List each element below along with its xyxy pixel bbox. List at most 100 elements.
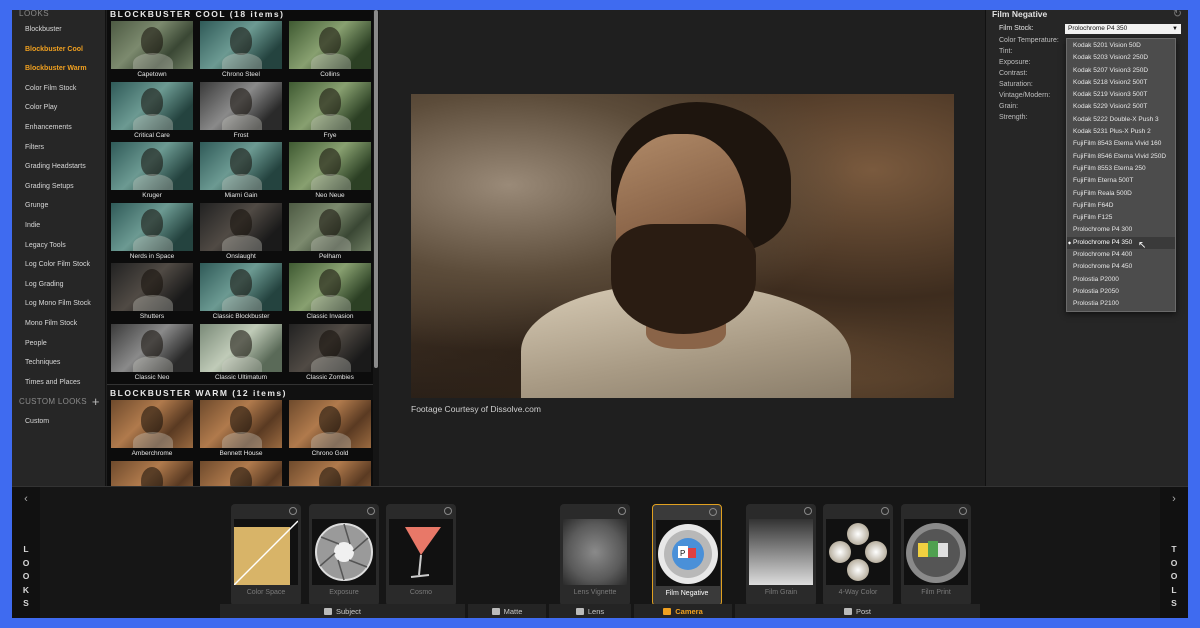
sidebar-item-enhancements[interactable]: Enhancements [12,118,105,138]
sidebar-item-times-and-places[interactable]: Times and Places [12,373,105,393]
film-stock-option[interactable]: FujiFilm Eterna 500T [1067,175,1175,187]
look-thumbnail[interactable]: Kruger [110,142,194,202]
look-preview-image [289,400,371,448]
sidebar-item-indie[interactable]: Indie [12,216,105,236]
chevron-right-icon[interactable]: › [1160,493,1188,505]
tab-post[interactable]: Post [735,604,980,618]
film-stock-option[interactable]: Kodak 5219 Vision3 500T [1067,89,1175,101]
tool-toggle[interactable] [367,507,375,515]
look-thumbnail[interactable]: Nerds in Space [110,202,194,263]
look-thumbnail[interactable]: Bennett House [199,400,283,460]
sidebar-item-log-mono-film-stock[interactable]: Log Mono Film Stock [12,294,105,314]
look-thumbnail[interactable]: Critical Care [110,81,194,142]
look-thumbnail[interactable]: Onslaught [199,202,283,263]
sidebar-item-blockbuster[interactable]: Blockbuster [12,20,105,40]
sidebar-item-log-color-film-stock[interactable]: Log Color Film Stock [12,255,105,275]
look-thumbnail[interactable]: Capetown [110,21,194,81]
tools-drawer-tab[interactable]: › TOOLS [1160,487,1188,618]
film-stock-option[interactable]: FujiFilm F125 [1067,212,1175,224]
look-thumbnail[interactable] [110,460,194,486]
sidebar-item-custom[interactable]: Custom [12,412,105,432]
preview-image [411,94,954,398]
sidebar-item-blockbuster-warm[interactable]: Blockbuster Warm [12,59,105,79]
film-stock-option[interactable]: FujiFilm 8543 Eterna Vivid 160 [1067,138,1175,150]
look-thumbnail[interactable]: Chrono Gold [288,400,372,460]
tool-film-grain[interactable]: Film Grain [746,504,816,606]
sidebar-item-blockbuster-cool[interactable]: Blockbuster Cool [12,40,105,60]
look-label: Capetown [137,71,167,78]
tool-film-negative[interactable]: P Film Negative [652,504,722,606]
look-thumbnail[interactable] [199,460,283,486]
tool-toggle[interactable] [959,507,967,515]
sidebar-item-color-film-stock[interactable]: Color Film Stock [12,79,105,99]
look-thumbnail[interactable]: Shutters [110,263,194,323]
sidebar-item-log-grading[interactable]: Log Grading [12,275,105,295]
film-stock-option[interactable]: Kodak 5231 Plus-X Push 2 [1067,126,1175,138]
film-stock-option[interactable]: FujiFilm Reala 500D [1067,188,1175,200]
look-thumbnail[interactable]: Miami Gain [199,142,283,202]
chevron-left-icon[interactable]: ‹ [12,493,40,505]
film-stock-option[interactable]: Prolochrome P4 400 [1067,249,1175,261]
look-thumbnail[interactable]: Classic Neo [110,323,194,384]
film-stock-option[interactable]: Prolostia P2100 [1067,298,1175,310]
film-stock-option[interactable]: FujiFilm 8553 Eterna 250 [1067,163,1175,175]
sidebar-item-legacy-tools[interactable]: Legacy Tools [12,236,105,256]
look-thumbnail[interactable]: Pelham [288,202,372,263]
tool-toggle[interactable] [444,507,452,515]
scrollbar-thumb[interactable] [374,10,378,368]
tool-lens-vignette[interactable]: Lens Vignette [560,504,630,606]
look-thumbnail[interactable]: Frye [288,81,372,142]
film-stock-option[interactable]: FujiFilm F64D [1067,200,1175,212]
film-stock-option[interactable]: FujiFilm 8546 Eterna Vivid 250D [1067,151,1175,163]
tool-four-way-color[interactable]: 4-Way Color [823,504,893,606]
look-thumbnail[interactable]: Classic Invasion [288,263,372,323]
tool-toggle[interactable] [709,508,717,516]
tab-subject[interactable]: Subject [220,604,465,618]
sidebar-item-grading-setups[interactable]: Grading Setups [12,177,105,197]
tool-toggle[interactable] [804,507,812,515]
look-thumbnail[interactable]: Amberchrome [110,400,194,460]
film-stock-option[interactable]: Kodak 5222 Double-X Push 3 [1067,114,1175,126]
film-stock-option[interactable]: Prolostia P2000 [1067,274,1175,286]
film-stock-option[interactable]: Prolochrome P4 350 [1067,236,1175,249]
sidebar-item-techniques[interactable]: Techniques [12,353,105,373]
film-stock-option[interactable]: Kodak 5203 Vision2 250D [1067,52,1175,64]
film-stock-select[interactable]: Prolochrome P4 350 ▼ [1065,23,1181,34]
film-stock-option[interactable]: Prolostia P2050 [1067,286,1175,298]
look-thumbnail[interactable]: Classic Ultimatum [199,323,283,384]
add-custom-look-icon[interactable]: + [92,392,100,412]
sidebar-item-grunge[interactable]: Grunge [12,196,105,216]
look-thumbnail[interactable]: Chrono Steel [199,21,283,81]
film-stock-option[interactable]: Kodak 5229 Vision2 500T [1067,101,1175,113]
sidebar-item-people[interactable]: People [12,334,105,354]
tab-camera[interactable]: Camera [634,604,732,618]
looks-drawer-tab[interactable]: ‹ LOOKS [12,487,40,618]
tool-toggle[interactable] [881,507,889,515]
tab-matte[interactable]: Matte [468,604,546,618]
tab-lens[interactable]: Lens [549,604,631,618]
reset-icon[interactable]: ↻ [1173,10,1182,20]
look-label: Classic Invasion [306,313,354,320]
film-stock-option[interactable]: Prolochrome P4 450 [1067,261,1175,273]
tool-color-space[interactable]: Color Space [231,504,301,606]
tool-toggle[interactable] [618,507,626,515]
tool-film-print[interactable]: Film Print [901,504,971,606]
look-thumbnail[interactable]: Frost [199,81,283,142]
look-thumbnail[interactable]: Classic Blockbuster [199,263,283,323]
look-thumbnail[interactable]: Collins [288,21,372,81]
look-thumbnail[interactable] [288,460,372,486]
tool-cosmo[interactable]: Cosmo [386,504,456,606]
look-thumbnail[interactable]: Classic Zombies [288,323,372,384]
sidebar-item-color-play[interactable]: Color Play [12,98,105,118]
sidebar-item-grading-headstarts[interactable]: Grading Headstarts [12,157,105,177]
look-thumbnail[interactable]: Neo Neue [288,142,372,202]
tool-label: Cosmo [409,589,433,596]
sidebar-item-mono-film-stock[interactable]: Mono Film Stock [12,314,105,334]
film-stock-option[interactable]: Kodak 5207 Vision3 250D [1067,65,1175,77]
tool-toggle[interactable] [289,507,297,515]
tool-exposure[interactable]: Exposure [309,504,379,606]
film-stock-option[interactable]: Kodak 5201 Vision 50D [1067,40,1175,52]
film-stock-option[interactable]: Kodak 5218 Vision2 500T [1067,77,1175,89]
film-stock-option[interactable]: Prolochrome P4 300 [1067,224,1175,236]
sidebar-item-filters[interactable]: Filters [12,138,105,158]
